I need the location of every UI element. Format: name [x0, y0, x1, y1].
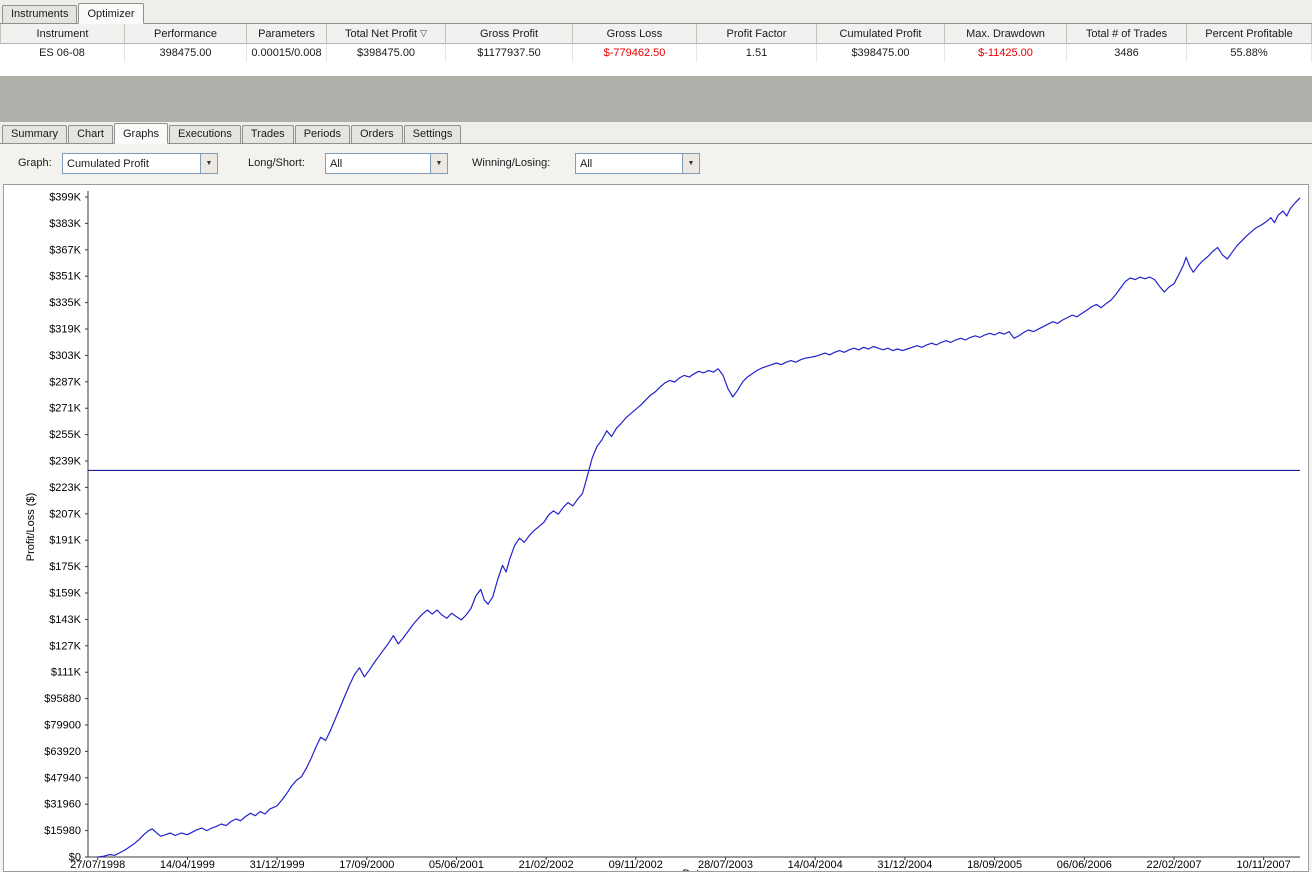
svg-text:14/04/2004: 14/04/2004 — [788, 859, 843, 871]
svg-text:$287K: $287K — [49, 376, 81, 388]
cell-instrument: ES 06-08 — [0, 44, 125, 62]
column-header-parameters[interactable]: Parameters — [247, 24, 327, 44]
svg-text:$255K: $255K — [49, 429, 81, 441]
column-header-profit-factor[interactable]: Profit Factor — [697, 24, 817, 44]
column-header-max-drawdown[interactable]: Max. Drawdown — [945, 24, 1067, 44]
column-header-percent-profitable[interactable]: Percent Profitable — [1187, 24, 1312, 44]
svg-text:$63920: $63920 — [44, 746, 81, 758]
tab-instruments[interactable]: Instruments — [2, 5, 77, 23]
svg-text:$207K: $207K — [49, 508, 81, 520]
svg-text:$15980: $15980 — [44, 825, 81, 837]
svg-text:17/09/2000: 17/09/2000 — [339, 859, 394, 871]
cell-performance: 398475.00 — [125, 44, 247, 62]
svg-text:$175K: $175K — [49, 561, 81, 573]
tab-optimizer[interactable]: Optimizer — [78, 3, 143, 24]
svg-text:$111K: $111K — [51, 667, 82, 679]
tab-executions[interactable]: Executions — [169, 125, 241, 143]
tab-trades[interactable]: Trades — [242, 125, 294, 143]
tab-periods[interactable]: Periods — [295, 125, 350, 143]
svg-text:$303K: $303K — [49, 350, 81, 362]
svg-text:14/04/1999: 14/04/1999 — [160, 859, 215, 871]
winning-losing-select-value: All — [576, 158, 682, 170]
svg-text:$367K: $367K — [49, 244, 81, 256]
svg-text:28/07/2003: 28/07/2003 — [698, 859, 753, 871]
graph-label: Graph: — [18, 157, 52, 169]
cell-percent-profitable: 55.88% — [1187, 44, 1312, 62]
long-short-select-value: All — [326, 158, 430, 170]
cumulated-profit-chart: $0$15980$31960$47940$63920$79900$95880$1… — [3, 184, 1309, 872]
cell-total-trades: 3486 — [1067, 44, 1187, 62]
chevron-down-icon[interactable]: ▼ — [200, 154, 217, 173]
analysis-panel: Summary Chart Graphs Executions Trades P… — [0, 122, 1312, 872]
column-header-label: Total Net Profit — [345, 28, 417, 40]
cell-max-drawdown: $-11425.00 — [945, 44, 1067, 62]
column-header-gross-profit[interactable]: Gross Profit — [446, 24, 573, 44]
svg-text:06/06/2006: 06/06/2006 — [1057, 859, 1112, 871]
svg-text:$399K: $399K — [49, 192, 81, 204]
svg-text:09/11/2002: 09/11/2002 — [609, 859, 663, 871]
cell-total-net-profit: $398475.00 — [327, 44, 446, 62]
chevron-down-icon[interactable]: ▼ — [682, 154, 699, 173]
grid-header-row: Instrument Performance Parameters Total … — [0, 24, 1312, 44]
winning-losing-select[interactable]: All ▼ — [575, 153, 700, 174]
svg-text:Profit/Loss ($): Profit/Loss ($) — [25, 493, 37, 561]
svg-text:31/12/1999: 31/12/1999 — [250, 859, 305, 871]
svg-text:$239K: $239K — [49, 456, 81, 468]
graph-select[interactable]: Cumulated Profit ▼ — [62, 153, 218, 174]
optimizer-results-grid: Instrument Performance Parameters Total … — [0, 24, 1312, 76]
column-header-gross-loss[interactable]: Gross Loss — [573, 24, 697, 44]
tab-graphs[interactable]: Graphs — [114, 123, 168, 144]
svg-text:$95880: $95880 — [44, 693, 81, 705]
strategy-analyzer-window: Instruments Optimizer Instrument Perform… — [0, 0, 1312, 872]
svg-text:$271K: $271K — [49, 403, 81, 415]
svg-text:Date: Date — [682, 868, 705, 871]
cell-gross-loss: $-779462.50 — [573, 44, 697, 62]
tab-summary[interactable]: Summary — [2, 125, 67, 143]
svg-text:$223K: $223K — [49, 482, 81, 494]
chart-canvas: $0$15980$31960$47940$63920$79900$95880$1… — [4, 185, 1308, 871]
long-short-select[interactable]: All ▼ — [325, 153, 448, 174]
long-short-label: Long/Short: — [248, 157, 305, 169]
svg-text:18/09/2005: 18/09/2005 — [967, 859, 1022, 871]
cell-profit-factor: 1.51 — [697, 44, 817, 62]
winning-losing-label: Winning/Losing: — [472, 157, 550, 169]
column-header-total-net-profit[interactable]: Total Net Profit ▽ — [327, 24, 446, 44]
svg-text:$127K: $127K — [49, 640, 81, 652]
grid-background — [0, 76, 1312, 122]
column-header-cumulated-profit[interactable]: Cumulated Profit — [817, 24, 945, 44]
svg-text:$31960: $31960 — [44, 799, 81, 811]
tab-chart[interactable]: Chart — [68, 125, 113, 143]
graph-filter-bar: Graph: Cumulated Profit ▼ Long/Short: Al… — [0, 144, 1312, 184]
sort-descending-icon: ▽ — [420, 28, 427, 39]
svg-text:$351K: $351K — [49, 271, 81, 283]
svg-text:05/06/2001: 05/06/2001 — [429, 859, 484, 871]
svg-text:22/02/2007: 22/02/2007 — [1146, 859, 1201, 871]
svg-text:21/02/2002: 21/02/2002 — [519, 859, 574, 871]
svg-text:$47940: $47940 — [44, 772, 81, 784]
svg-text:$335K: $335K — [49, 297, 81, 309]
tab-settings[interactable]: Settings — [404, 125, 462, 143]
svg-text:$79900: $79900 — [44, 720, 81, 732]
cell-gross-profit: $1177937.50 — [446, 44, 573, 62]
grid-empty-row — [0, 62, 1312, 76]
analysis-tabstrip: Summary Chart Graphs Executions Trades P… — [0, 122, 1312, 144]
svg-text:$191K: $191K — [49, 535, 81, 547]
chevron-down-icon[interactable]: ▼ — [430, 154, 447, 173]
column-header-performance[interactable]: Performance — [125, 24, 247, 44]
svg-text:$383K: $383K — [49, 218, 81, 230]
main-tabstrip: Instruments Optimizer — [0, 0, 1312, 24]
svg-text:27/07/1998: 27/07/1998 — [70, 859, 125, 871]
svg-text:31/12/2004: 31/12/2004 — [877, 859, 932, 871]
cell-cumulated-profit: $398475.00 — [817, 44, 945, 62]
cell-parameters: 0.00015/0.008 — [247, 44, 327, 62]
svg-text:$143K: $143K — [49, 614, 81, 626]
column-header-total-trades[interactable]: Total # of Trades — [1067, 24, 1187, 44]
svg-text:$159K: $159K — [49, 588, 81, 600]
tab-orders[interactable]: Orders — [351, 125, 403, 143]
grid-data-row[interactable]: ES 06-08 398475.00 0.00015/0.008 $398475… — [0, 44, 1312, 62]
graph-select-value: Cumulated Profit — [63, 158, 200, 170]
svg-text:10/11/2007: 10/11/2007 — [1236, 859, 1290, 871]
column-header-instrument[interactable]: Instrument — [0, 24, 125, 44]
svg-text:$319K: $319K — [49, 324, 81, 336]
